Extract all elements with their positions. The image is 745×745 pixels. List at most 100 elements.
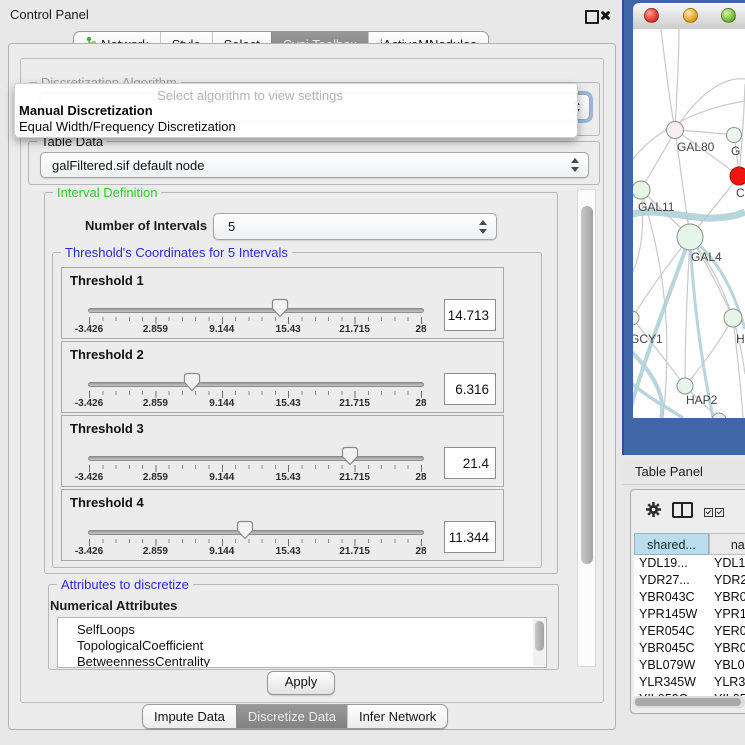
slider-track[interactable]: [88, 382, 424, 387]
threshold-label: Threshold 3: [70, 421, 144, 436]
slider-thumb[interactable]: [236, 520, 254, 540]
slider-major-ticks: [89, 539, 423, 546]
slider-track[interactable]: [88, 308, 424, 313]
threshold-value-box[interactable]: 11.344: [444, 521, 496, 553]
checked-box-icon: [704, 508, 713, 517]
slider-tick-label: 2.859: [143, 398, 168, 409]
table-hscrollbar-thumb[interactable]: [635, 698, 741, 706]
slider-tick-label: 2.859: [143, 546, 168, 557]
table-row[interactable]: YBL079WYBL079W: [634, 657, 745, 674]
network-node-h[interactable]: [724, 309, 742, 327]
column-header-name[interactable]: name: [709, 533, 745, 555]
network-node-label: GAL4: [691, 250, 722, 264]
table-cell-shared-name: YDR27...: [634, 572, 709, 589]
table-row[interactable]: YBR043CYBR043C: [634, 589, 745, 606]
attribute-item-selfloops[interactable]: SelfLoops: [58, 622, 546, 638]
split-columns-icon[interactable]: [672, 502, 693, 518]
table-data-value: galFiltered.sif default node: [41, 158, 571, 173]
table-data-combobox[interactable]: galFiltered.sif default node: [40, 152, 589, 178]
threshold-value-box[interactable]: 14.713: [444, 299, 496, 331]
slider-major-ticks: [89, 465, 423, 472]
table-cell-name: YBL079W: [709, 657, 745, 674]
numerical-attributes-list[interactable]: SelfLoopsTopologicalCoefficientBetweenne…: [57, 617, 547, 668]
threshold-value-box[interactable]: 6.316: [444, 373, 496, 405]
threshold-value-box[interactable]: 21.4: [444, 447, 496, 479]
tab-impute-data[interactable]: Impute Data: [143, 705, 236, 728]
network-node-c[interactable]: [730, 167, 745, 185]
column-header-shared-name[interactable]: shared...: [634, 533, 709, 555]
threshold-label: Threshold 1: [70, 273, 144, 288]
slider-tick-label: 2.859: [143, 324, 168, 335]
settings-scrollbar[interactable]: [577, 189, 596, 667]
attributes-list-scrollbar[interactable]: [533, 619, 545, 666]
attribute-item-topologicalcoefficient[interactable]: TopologicalCoefficient: [58, 638, 546, 654]
table-hscrollbar[interactable]: [633, 696, 745, 708]
network-node-gcy1[interactable]: [633, 311, 639, 325]
mac-minimize-icon[interactable]: [683, 8, 698, 23]
slider-thumb[interactable]: [341, 446, 359, 466]
threshold-label: Threshold 2: [70, 347, 144, 362]
network-canvas[interactable]: GAL80GCGAL11GAL4GCY1HHAP2: [633, 29, 745, 418]
tab-label: Infer Network: [359, 709, 436, 724]
table-row[interactable]: YBR045CYBR045C: [634, 640, 745, 657]
network-edges: [633, 29, 745, 418]
number-of-intervals-value: 5: [214, 219, 479, 234]
table-cell-shared-name: YBR043C: [634, 589, 709, 606]
network-node-gal80[interactable]: [667, 122, 684, 139]
table-cell-name: YDL19...: [709, 555, 745, 572]
table-row[interactable]: YDL19...YDL19...: [634, 555, 745, 572]
algorithm-option-manual-discretization[interactable]: Manual Discretization: [18, 103, 574, 118]
table-row[interactable]: YPR145WYPR145W: [634, 606, 745, 623]
tab-label: Impute Data: [154, 709, 225, 724]
slider-tick-label: 21.715: [339, 398, 370, 409]
slider-track[interactable]: [88, 456, 424, 461]
network-node-label: G: [731, 144, 740, 158]
attribute-item-betweennesscentrality[interactable]: BetweennessCentrality: [58, 654, 546, 668]
table-row[interactable]: YER054CYER054C: [634, 623, 745, 640]
numerical-attributes-label: Numerical Attributes: [50, 598, 177, 613]
slider-tick-label: 15.43: [276, 324, 301, 335]
network-node-g[interactable]: [727, 128, 742, 143]
algorithm-option-equal-width-frequency-discretization[interactable]: Equal Width/Frequency Discretization: [18, 119, 574, 134]
gear-icon[interactable]: [645, 501, 662, 518]
mac-zoom-icon[interactable]: [721, 8, 736, 23]
algorithm-popup: Select algorithm to view settings Manual…: [14, 83, 578, 138]
slider-thumb[interactable]: [183, 372, 201, 392]
settings-scrollbar-thumb[interactable]: [581, 206, 593, 564]
slider-tick-label: 9.144: [209, 398, 234, 409]
network-window-titlebar[interactable]: [633, 3, 745, 30]
network-node-gal4[interactable]: [677, 224, 703, 250]
network-node-label: HAP2: [686, 393, 718, 407]
tab-infer-network[interactable]: Infer Network: [347, 705, 447, 728]
algorithm-placeholder-text: Select algorithm to view settings: [15, 88, 485, 103]
column-visibility-icons[interactable]: [704, 505, 726, 520]
slider-tick-label: 28: [415, 472, 426, 483]
slider-tick-label: 21.715: [339, 324, 370, 335]
network-node-gal11[interactable]: [633, 181, 650, 199]
table-row[interactable]: YLR345WYLR345W: [634, 674, 745, 691]
slider-thumb[interactable]: [271, 298, 289, 318]
number-of-intervals-combobox[interactable]: 5: [213, 213, 497, 240]
slider-track[interactable]: [88, 530, 424, 535]
threshold-row-2: Threshold 2-3.4262.8599.14415.4321.71528…: [61, 341, 504, 413]
slider-tick-label: 28: [415, 398, 426, 409]
network-node-hap2[interactable]: [677, 378, 693, 394]
tab-discretize-data[interactable]: Discretize Data: [236, 705, 347, 728]
slider-tick-label: 9.144: [209, 546, 234, 557]
checked-box-icon: [715, 508, 724, 517]
table-cell-shared-name: YER054C: [634, 623, 709, 640]
table-row[interactable]: YDR27...YDR27...: [634, 572, 745, 589]
close-icon[interactable]: [599, 9, 612, 22]
slider-tick-label: 28: [415, 546, 426, 557]
slider-tick-label: -3.426: [75, 546, 103, 557]
float-window-icon[interactable]: [585, 10, 599, 24]
mac-close-icon[interactable]: [644, 8, 659, 23]
table-cell-name: YBR043C: [709, 589, 745, 606]
tab-label: Discretize Data: [248, 709, 336, 724]
table-cell-shared-name: YPR145W: [634, 606, 709, 623]
apply-button[interactable]: Apply: [267, 671, 335, 695]
table-cell-shared-name: YBR045C: [634, 640, 709, 657]
attributes-list-scrollbar-thumb[interactable]: [535, 621, 544, 651]
interval-definition-group-title: Interval Definition: [53, 185, 161, 200]
threshold-row-4: Threshold 4-3.4262.8599.14415.4321.71528…: [61, 489, 504, 561]
